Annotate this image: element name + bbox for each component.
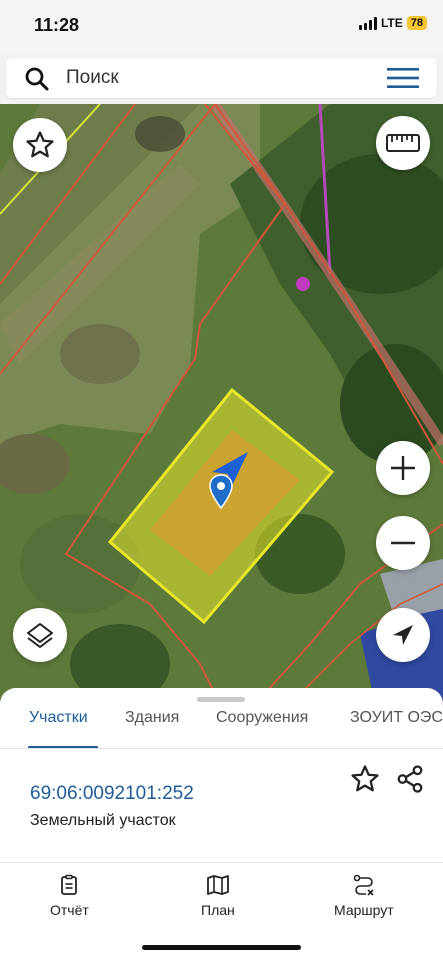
location-pin-icon	[209, 474, 233, 510]
tab-buildings[interactable]: Здания	[125, 709, 179, 727]
status-indicators: LTE 78	[358, 16, 427, 30]
tab-structures[interactable]: Сооружения	[216, 709, 308, 727]
route-icon	[353, 874, 374, 896]
nav-item-report[interactable]: Отчёт	[50, 874, 89, 918]
layers-icon	[27, 623, 53, 648]
report-icon	[61, 874, 78, 895]
nav-item-route[interactable]: Маршрут	[334, 874, 394, 918]
zoom-out-icon	[391, 541, 415, 545]
tabs-divider	[0, 748, 443, 749]
zoom-in-button[interactable]	[376, 441, 430, 495]
nav-label-report: Отчёт	[50, 902, 89, 918]
map-imagery[interactable]	[0, 104, 443, 704]
nav-label-route: Маршрут	[334, 902, 394, 918]
bottom-sheet: Участки Здания Сооружения ЗОУИТ ОЭС 69:0…	[0, 688, 443, 960]
search-input[interactable]: Поиск	[66, 67, 119, 89]
battery-badge: 78	[406, 16, 427, 30]
cadastral-number-link[interactable]: 69:06:0092101:252	[30, 783, 194, 805]
parcel-type-label: Земельный участок	[30, 812, 176, 829]
share-icon[interactable]	[395, 764, 425, 794]
signal-icon	[358, 16, 377, 30]
locate-button[interactable]	[376, 608, 430, 662]
search-icon[interactable]	[24, 66, 50, 92]
sheet-drag-handle[interactable]	[197, 697, 245, 702]
map-plan-icon	[206, 875, 229, 895]
star-icon	[26, 131, 54, 158]
zoom-out-button[interactable]	[376, 516, 430, 570]
nav-item-plan[interactable]: План	[201, 874, 235, 918]
network-type: LTE	[380, 16, 403, 30]
home-indicator[interactable]	[142, 945, 301, 950]
search-bar[interactable]: Поиск	[6, 58, 437, 98]
ruler-icon	[386, 134, 420, 152]
category-tabs: Участки Здания Сооружения ЗОУИТ ОЭС	[0, 706, 443, 748]
status-bar: 11:28 LTE 78	[0, 0, 443, 54]
nav-divider	[0, 862, 443, 863]
nav-label-plan: План	[201, 902, 235, 918]
tab-zouit[interactable]: ЗОУИТ ОЭС	[350, 709, 443, 727]
status-time: 11:28	[34, 15, 80, 35]
ruler-button[interactable]	[376, 116, 430, 170]
layers-button[interactable]	[13, 608, 67, 662]
satellite-map[interactable]	[0, 104, 443, 704]
tab-parcels[interactable]: Участки	[29, 709, 88, 727]
star-icon[interactable]	[350, 764, 380, 794]
zoom-in-icon	[391, 456, 415, 480]
menu-icon[interactable]	[387, 67, 419, 89]
bottom-nav: Отчёт План Маршрут	[0, 864, 443, 934]
locate-icon	[393, 625, 413, 645]
favorite-map-button[interactable]	[13, 118, 67, 172]
